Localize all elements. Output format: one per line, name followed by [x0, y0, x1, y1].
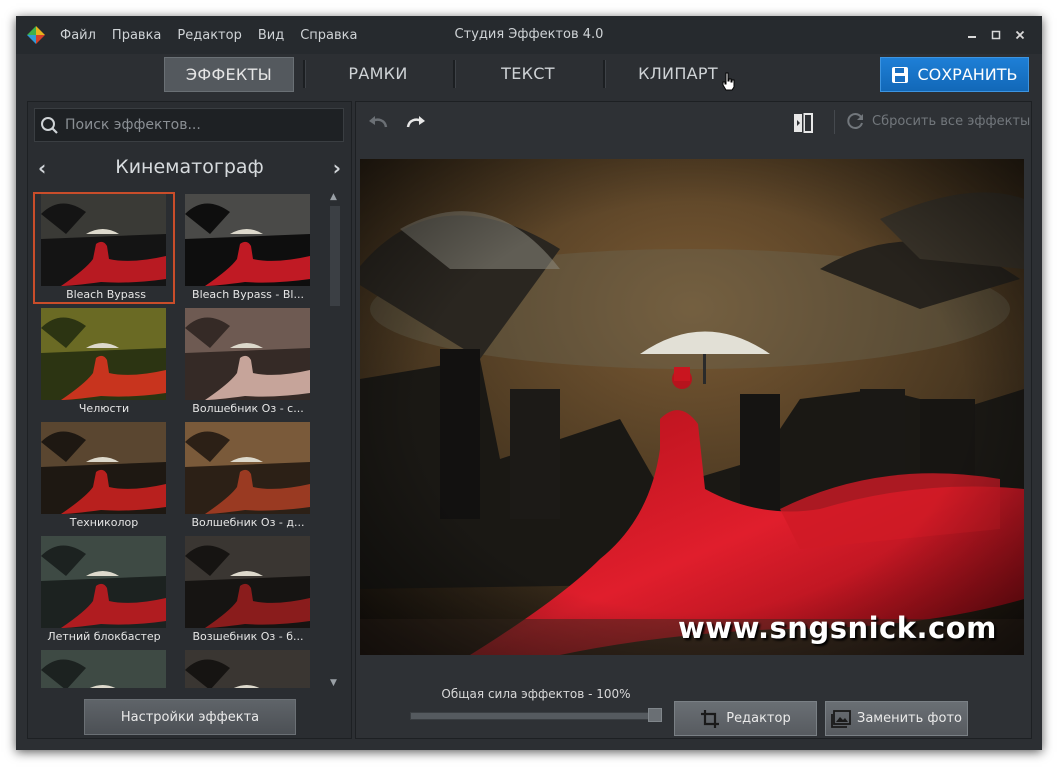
- refresh-icon: [847, 113, 863, 129]
- effect-thumbnail: [41, 650, 166, 688]
- effects-panel: ‹ Кинематограф › Bleach BypassBleach Byp…: [27, 101, 352, 739]
- editor-button[interactable]: Редактор: [674, 701, 817, 736]
- window-controls: [960, 24, 1032, 46]
- effect-tile[interactable]: Bleach Bypass: [33, 192, 175, 304]
- maximize-button[interactable]: [984, 24, 1008, 46]
- editor-button-label: Редактор: [726, 711, 791, 726]
- photo-image: [360, 159, 1024, 655]
- minimize-button[interactable]: [960, 24, 984, 46]
- scroll-down-icon[interactable]: ▼: [330, 678, 337, 688]
- strength-slider-fill: [411, 713, 661, 719]
- effect-label: Возшебник Оз - б...: [192, 630, 304, 643]
- tab-bar: ЭФФЕКТЫ РАМКИ ТЕКСТ КЛИПАРТ СОХРАНИТЬ: [16, 54, 1042, 100]
- effect-tile[interactable]: Bleach Bypass - Bl...: [177, 192, 319, 304]
- effect-thumbnail: [185, 194, 310, 286]
- maximize-icon: [991, 30, 1001, 40]
- effect-label: Техниколор: [69, 516, 139, 529]
- strength-slider-handle[interactable]: [648, 708, 662, 722]
- close-button[interactable]: [1008, 24, 1032, 46]
- tab-frames[interactable]: РАМКИ: [314, 57, 442, 90]
- floppy-icon: [892, 66, 909, 83]
- undo-icon[interactable]: [366, 112, 390, 132]
- close-icon: [1015, 30, 1025, 40]
- effect-thumbnail: [185, 308, 310, 400]
- app-logo-icon: [27, 26, 45, 44]
- effect-settings-button[interactable]: Настройки эффекта: [84, 699, 296, 735]
- redo-icon[interactable]: [404, 112, 428, 132]
- watermark-text: www.sngsnick.com: [678, 611, 997, 645]
- chevron-left-icon[interactable]: ‹: [38, 156, 46, 180]
- effect-tile[interactable]: Возшебник Оз - б...: [177, 534, 319, 646]
- reset-effects-label: Сбросить все эффекты: [872, 113, 1031, 129]
- effect-thumbnail: [41, 536, 166, 628]
- title-bar: Файл Правка Редактор Вид Справка Студия …: [16, 16, 1042, 54]
- strength-slider[interactable]: [410, 712, 662, 720]
- effect-thumbnail: [185, 650, 310, 688]
- effect-tile[interactable]: Волшебник Оз - с...: [177, 306, 319, 418]
- effect-label: Волшебник Оз - д...: [191, 516, 305, 529]
- effect-thumbnail: [185, 422, 310, 514]
- category-title: Кинематограф: [115, 156, 264, 178]
- tab-divider: [603, 60, 606, 88]
- effect-label: Волшебник Оз - с...: [192, 402, 304, 415]
- tab-divider: [303, 60, 306, 88]
- strength-label: Общая сила эффектов - 100%: [441, 687, 631, 701]
- app-window: Файл Правка Редактор Вид Справка Студия …: [16, 16, 1042, 750]
- search-input[interactable]: [63, 116, 327, 134]
- replace-photo-label: Заменить фото: [856, 711, 962, 726]
- minimize-icon: [968, 36, 976, 38]
- effect-label: Bleach Bypass: [66, 288, 146, 301]
- compare-icon[interactable]: [792, 112, 814, 134]
- effect-label: Челюсти: [78, 402, 130, 415]
- category-navigator: ‹ Кинематограф ›: [28, 150, 351, 184]
- search-icon: [41, 117, 58, 134]
- reset-effects-button[interactable]: Сбросить все эффекты: [846, 112, 1030, 130]
- photo-preview: www.sngsnick.com: [360, 159, 1024, 655]
- effects-scrollbar[interactable]: ▲ ▼: [327, 192, 341, 688]
- effect-tile[interactable]: Челюсти: [33, 306, 175, 418]
- menu-view[interactable]: Вид: [258, 28, 284, 43]
- search-box: [34, 108, 344, 142]
- effect-tile[interactable]: Волшебник Оз - д...: [177, 420, 319, 532]
- image-icon: [831, 709, 851, 728]
- effect-thumbnail: [41, 308, 166, 400]
- effect-tile[interactable]: Летний блокбастер: [33, 534, 175, 646]
- effect-tile[interactable]: [177, 648, 319, 688]
- preview-panel: Сбросить все эффекты www.sngsnick.com Об…: [355, 101, 1032, 739]
- save-button[interactable]: СОХРАНИТЬ: [880, 57, 1029, 92]
- scroll-thumb[interactable]: [330, 206, 340, 306]
- effect-label: Bleach Bypass - Bl...: [192, 288, 304, 301]
- effect-label: Летний блокбастер: [47, 630, 161, 643]
- tab-effects[interactable]: ЭФФЕКТЫ: [164, 57, 294, 92]
- tab-divider: [453, 60, 456, 88]
- menu-file[interactable]: Файл: [60, 28, 96, 43]
- effect-thumbnail: [185, 536, 310, 628]
- effect-tile[interactable]: [33, 648, 175, 688]
- effect-tile[interactable]: Техниколор: [33, 420, 175, 532]
- save-button-label: СОХРАНИТЬ: [917, 65, 1018, 84]
- menu-edit[interactable]: Правка: [112, 28, 161, 43]
- effect-thumbnail: [41, 194, 166, 286]
- replace-photo-button[interactable]: Заменить фото: [825, 701, 968, 736]
- menu-help[interactable]: Справка: [300, 28, 357, 43]
- effect-thumbnail: [41, 422, 166, 514]
- tab-text[interactable]: ТЕКСТ: [464, 57, 592, 90]
- menu-bar: Файл Правка Редактор Вид Справка: [60, 16, 373, 54]
- effects-grid: Bleach Bypass Bleach Bypass - Bl... Челюст…: [33, 192, 323, 688]
- hand-cursor-icon: [722, 72, 735, 91]
- toolbar-divider: [834, 110, 835, 134]
- chevron-right-icon[interactable]: ›: [333, 156, 341, 180]
- menu-editor[interactable]: Редактор: [177, 28, 241, 43]
- crop-icon: [701, 709, 720, 728]
- scroll-up-icon[interactable]: ▲: [330, 192, 337, 202]
